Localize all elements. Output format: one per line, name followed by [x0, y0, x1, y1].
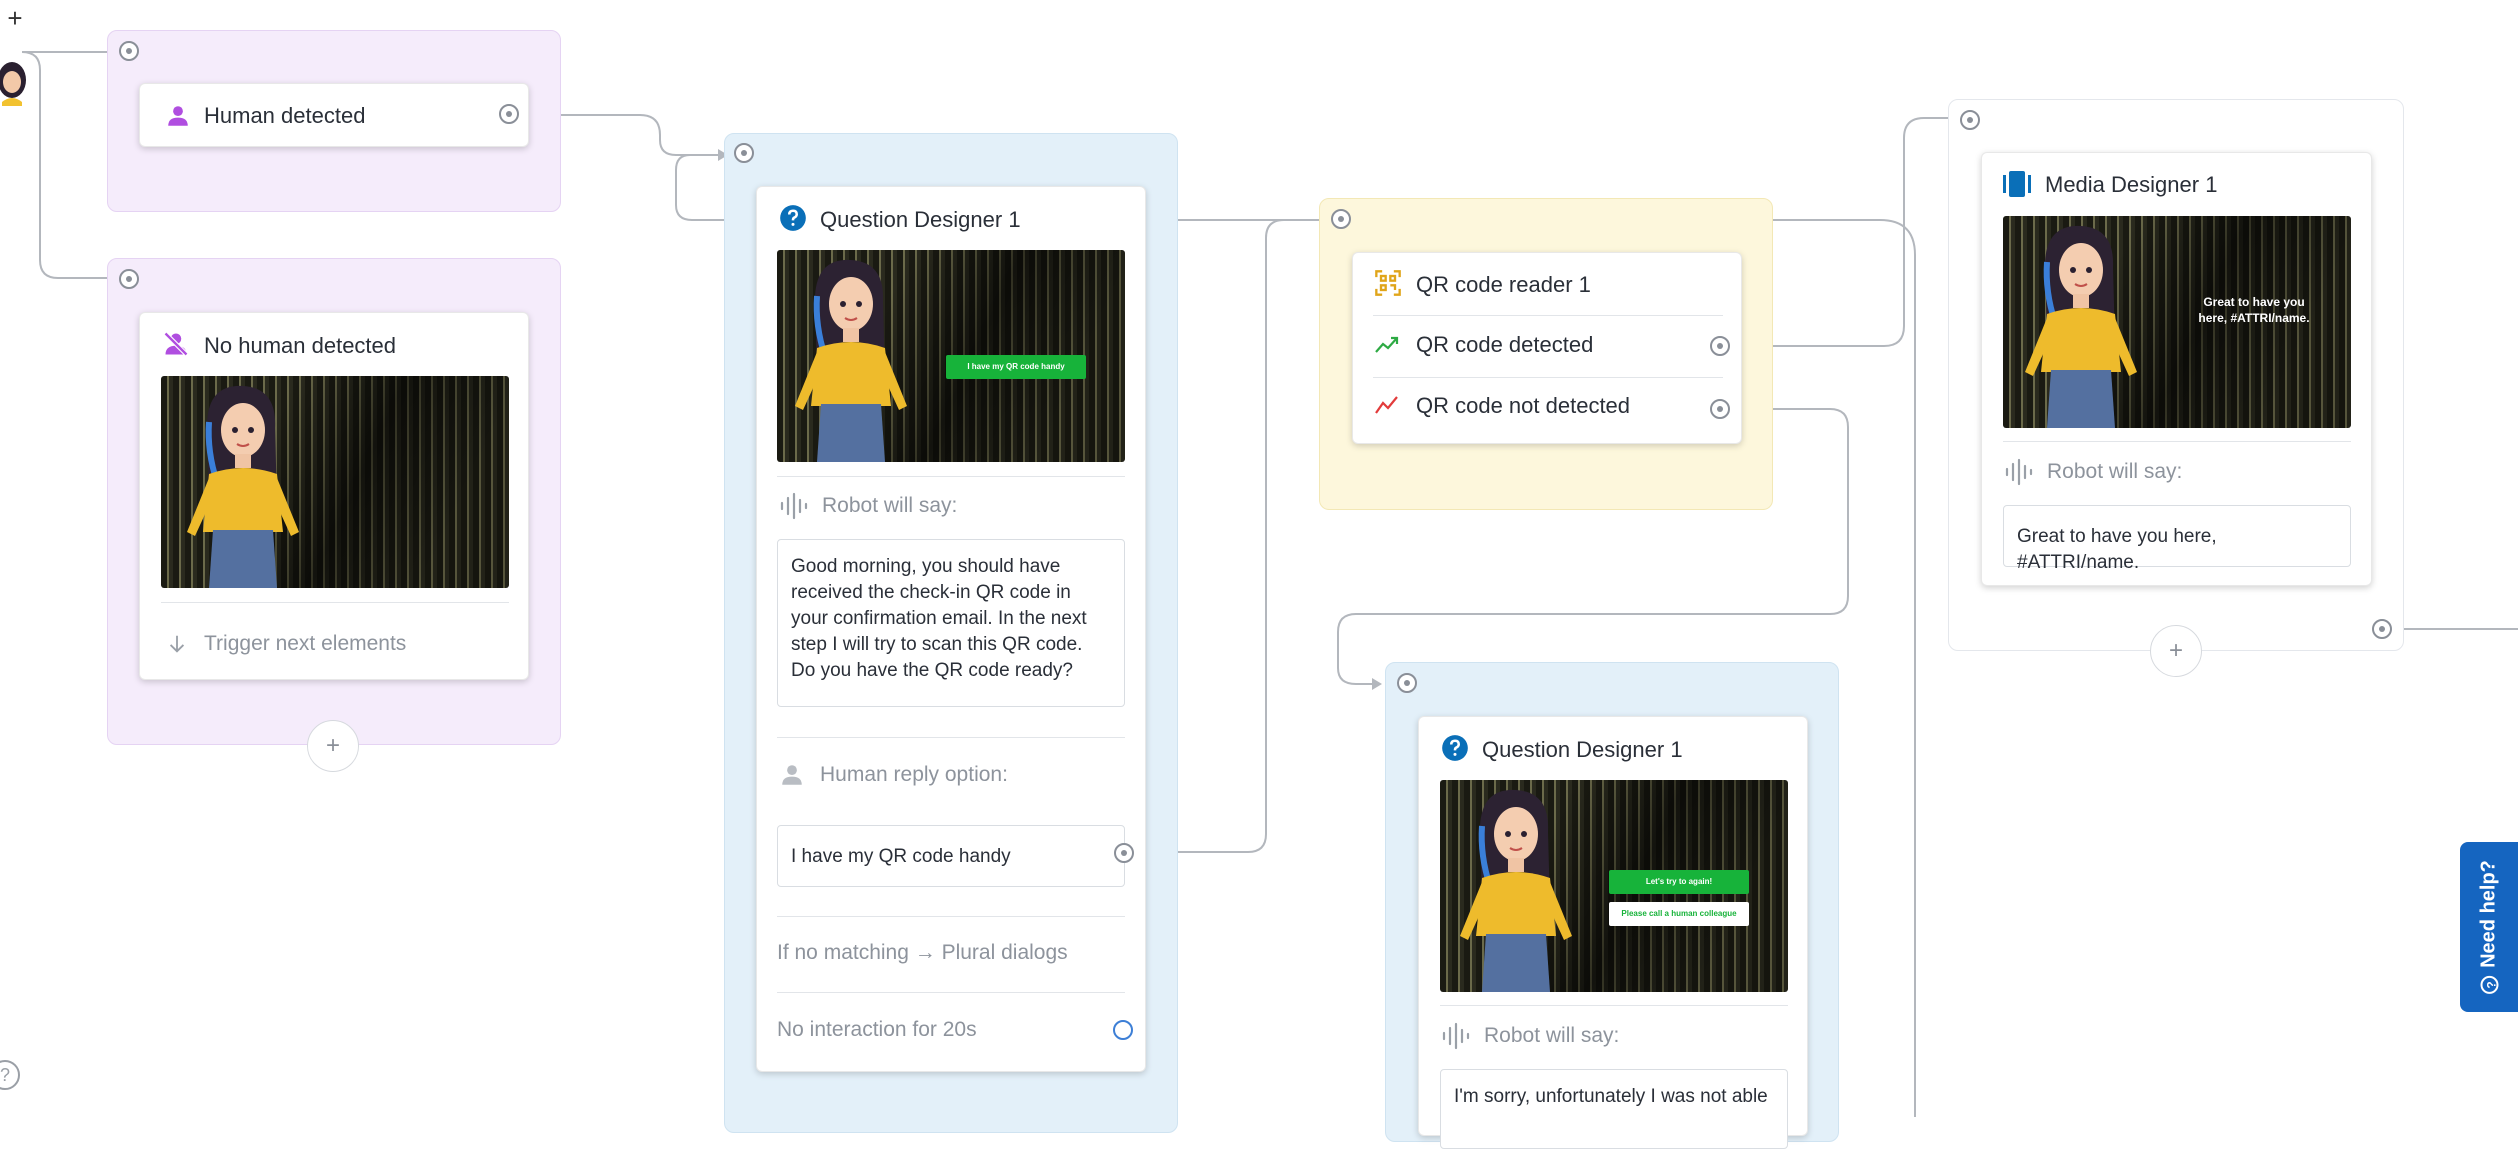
- human-detected-card[interactable]: Human detected: [139, 83, 529, 147]
- avatar-figure: [187, 385, 299, 588]
- node-title: Question Designer 1: [1482, 737, 1683, 762]
- media-designer-card[interactable]: Media Designer 1 Great to have you here,…: [1981, 152, 2372, 586]
- add-element-button[interactable]: +: [307, 720, 359, 772]
- plus-icon: +: [7, 3, 23, 33]
- question-circle-icon: [780, 205, 806, 231]
- qr-reader-card[interactable]: QR code reader 1 QR code detected QR cod…: [1352, 252, 1742, 444]
- trend-down-icon: [1375, 396, 1398, 414]
- robot-say-label: Robot will say:: [822, 494, 958, 517]
- scene-caption: Great to have you here, #ATTRI/name.: [2198, 295, 2310, 325]
- question-designer-card-b[interactable]: Question Designer 1 Let's try to again! …: [1418, 716, 1808, 1149]
- start-avatar[interactable]: [0, 58, 32, 106]
- avatar-figure: [1460, 789, 1572, 992]
- not-detected-output-port[interactable]: [1710, 399, 1730, 419]
- arrow-down-icon: [169, 635, 185, 653]
- question-circle-icon: [1442, 735, 1468, 761]
- scene-answer-button: Let's try to again!: [1609, 870, 1749, 894]
- no-match-label[interactable]: If no matching → Plural dialogs: [777, 941, 1068, 965]
- sound-wave-icon: [1442, 1022, 1470, 1050]
- trend-up-icon: [1375, 336, 1399, 353]
- plus-icon: +: [325, 732, 340, 759]
- group-input-port[interactable]: [1960, 110, 1980, 130]
- node-title: QR code reader 1: [1416, 272, 1591, 297]
- avatar-scene-image: [161, 376, 509, 588]
- sound-wave-icon: [2005, 458, 2033, 486]
- output-port[interactable]: [499, 104, 519, 124]
- no-interaction-label: No interaction for 20s: [777, 1018, 977, 1041]
- robot-speech-text[interactable]: Good morning, you should have received t…: [777, 539, 1125, 707]
- robot-speech-text[interactable]: Great to have you here, #ATTRI/name.: [2003, 505, 2351, 573]
- robot-say-label: Robot will say:: [1484, 1024, 1620, 1047]
- robot-say-label: Robot will say:: [2047, 460, 2183, 483]
- robot-speech-text[interactable]: I'm sorry, unfortunately I was not able: [1440, 1069, 1788, 1149]
- trigger-next-label: Trigger next elements: [204, 632, 407, 655]
- node-title: Media Designer 1: [2045, 172, 2218, 197]
- person-icon: [782, 765, 802, 785]
- human-reply-option[interactable]: I have my QR code handy: [777, 825, 1125, 887]
- avatar-scene-image: Let's try to again! Please call a human …: [1440, 780, 1788, 992]
- qr-scan-icon: [1375, 270, 1401, 296]
- help-icon: ?: [2480, 975, 2499, 994]
- human-reply-label: Human reply option:: [820, 763, 1008, 786]
- add-element-button[interactable]: +: [2150, 625, 2202, 677]
- qr-detected-label: QR code detected: [1416, 332, 1594, 357]
- avatar-scene-image: I have my QR code handy: [777, 250, 1125, 462]
- avatar-figure: [2025, 225, 2137, 428]
- avatar-icon: [0, 62, 26, 106]
- avatar-figure: [795, 259, 907, 462]
- person-icon: [168, 106, 188, 126]
- group-input-port[interactable]: [734, 143, 754, 163]
- need-help-label: Need help?: [2477, 860, 2500, 968]
- question-designer-card[interactable]: Question Designer 1 I have my QR code ha…: [756, 186, 1146, 1072]
- output-port[interactable]: [2372, 619, 2392, 639]
- plus-icon: +: [2168, 637, 2183, 664]
- sound-wave-icon: [780, 492, 808, 520]
- avatar-scene-image: Great to have you here, #ATTRI/name.: [2003, 216, 2351, 428]
- group-input-port[interactable]: [1397, 673, 1417, 693]
- scene-answer-button: I have my QR code handy: [946, 355, 1086, 379]
- node-title: Question Designer 1: [820, 207, 1021, 232]
- qr-not-detected-label: QR code not detected: [1416, 393, 1631, 418]
- timeout-output-port[interactable]: [1113, 1020, 1133, 1040]
- group-input-port[interactable]: [119, 41, 139, 61]
- node-title: Human detected: [204, 103, 366, 128]
- group-input-port[interactable]: [119, 269, 139, 289]
- scene-answer-button: Please call a human colleague: [1609, 902, 1749, 926]
- reply-output-port[interactable]: [1114, 843, 1134, 863]
- media-icon: [2003, 171, 2031, 197]
- detected-output-port[interactable]: [1710, 336, 1730, 356]
- need-help-tab[interactable]: ? Need help?: [2460, 842, 2518, 1012]
- question-icon: ?: [0, 1065, 10, 1085]
- group-input-port[interactable]: [1331, 209, 1351, 229]
- no-human-detected-card[interactable]: No human detected Trigger next elements: [139, 312, 529, 680]
- person-off-icon: [163, 331, 189, 357]
- node-title: No human detected: [204, 333, 397, 358]
- add-node-button[interactable]: +: [2, 3, 28, 33]
